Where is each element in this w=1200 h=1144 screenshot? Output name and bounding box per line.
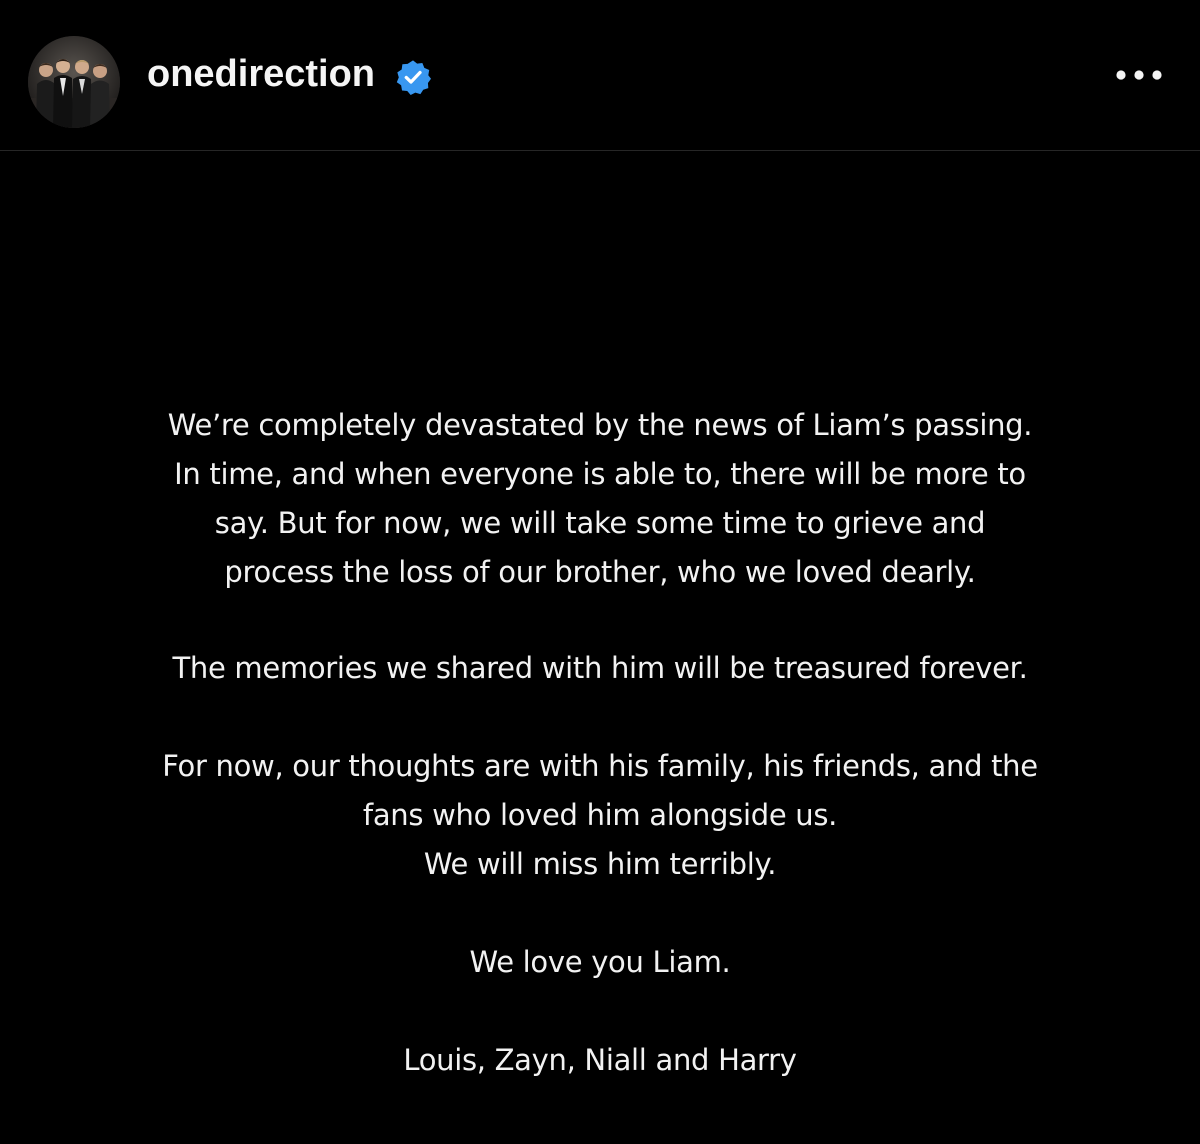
post-image: We’re completely devastated by the news … [0, 152, 1200, 1144]
statement-paragraph: We’re completely devastated by the news … [167, 408, 1033, 589]
avatar-photo [28, 36, 120, 128]
statement-paragraph: We love you Liam. [469, 945, 731, 979]
username-link[interactable]: onedirection [147, 51, 375, 97]
more-horizontal-icon [1116, 70, 1162, 80]
statement-paragraph: The memories we shared with him will be … [172, 651, 1028, 685]
statement-paragraph: For now, our thoughts are with his famil… [162, 749, 1038, 881]
statement-signature: Louis, Zayn, Niall and Harry [403, 1043, 797, 1077]
verified-badge-icon [395, 59, 431, 95]
more-options-button[interactable] [1112, 60, 1166, 90]
profile-avatar[interactable] [28, 36, 120, 128]
post-header: onedirection [0, 0, 1200, 151]
